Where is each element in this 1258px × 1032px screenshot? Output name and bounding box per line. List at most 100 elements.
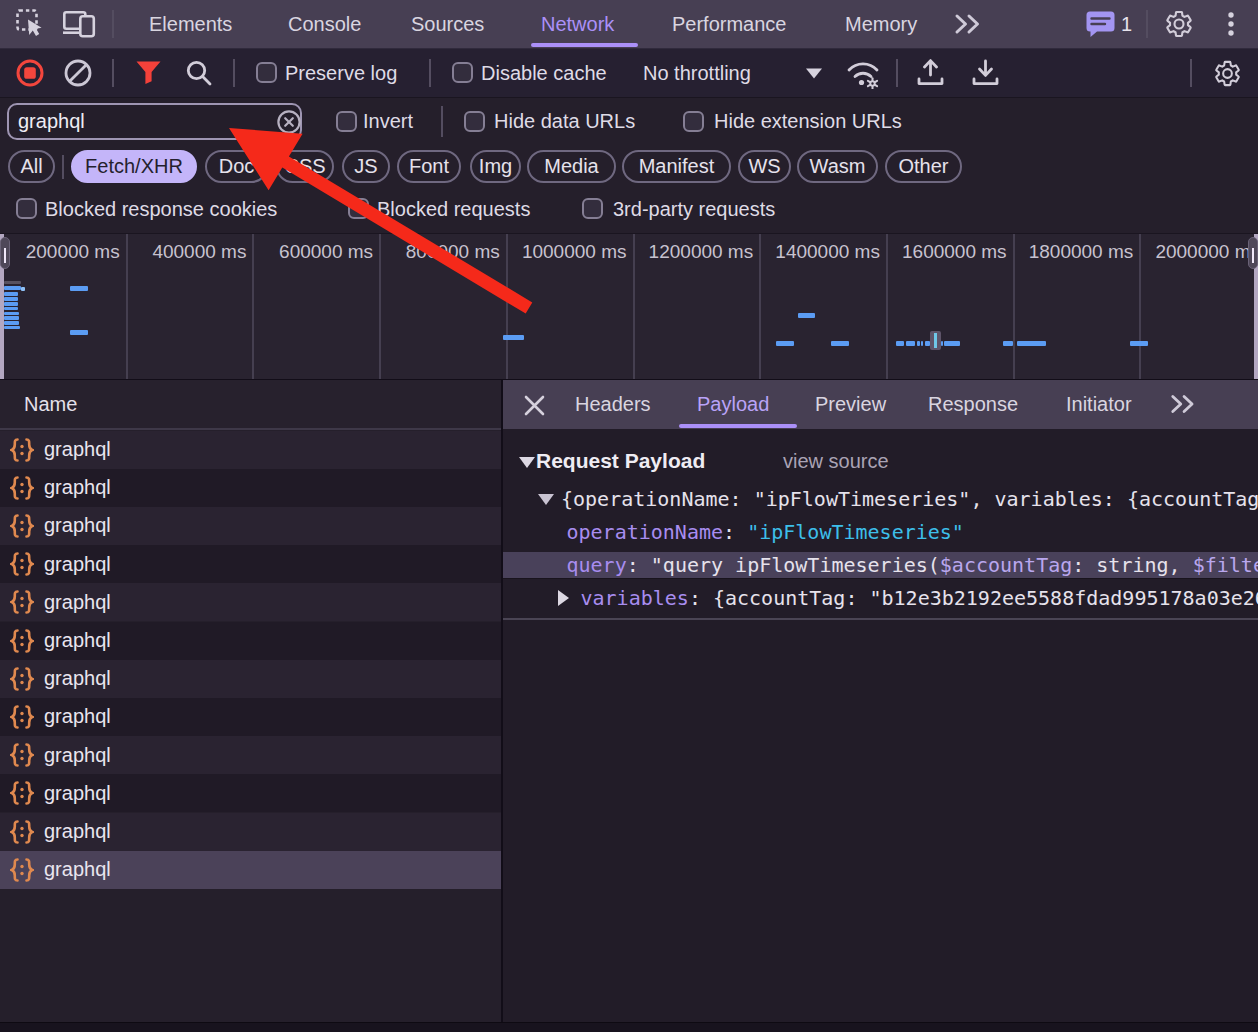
request-row[interactable]: graphql: [0, 431, 501, 469]
payload-row[interactable]: variables: {accountTag: "b12e3b2192ee558…: [503, 585, 1258, 611]
chip-css[interactable]: CSS: [276, 150, 334, 183]
request-name: graphql: [44, 476, 111, 499]
overview-grip-left[interactable]: [0, 237, 10, 269]
clear-filter-icon[interactable]: [277, 110, 301, 134]
more-detail-tabs-icon[interactable]: [1169, 393, 1201, 415]
label-blocked-requests[interactable]: Blocked requests: [377, 185, 530, 233]
filter-separator: [441, 106, 443, 137]
chip-other[interactable]: Other: [885, 150, 962, 183]
request-row[interactable]: graphql: [0, 736, 501, 774]
payload-row[interactable]: query: "query ipFlowTimeseries($accountT…: [503, 552, 1258, 578]
filter-funnel-icon[interactable]: [136, 61, 161, 85]
overview-request-bar: [70, 286, 88, 291]
invert-label[interactable]: Invert: [363, 97, 413, 145]
clear-icon[interactable]: [64, 59, 92, 87]
tab-network[interactable]: Network: [541, 0, 614, 48]
filter-input-value: graphql: [18, 103, 85, 139]
overview-grip-line: [1252, 248, 1254, 263]
hide-data-urls-label[interactable]: Hide data URLs: [494, 97, 635, 145]
disable-cache-label[interactable]: Disable cache: [481, 49, 607, 97]
overview-tick-label: 200000 ms: [0, 241, 120, 263]
payload-row[interactable]: {operationName: "ipFlowTimeseries", vari…: [503, 486, 1258, 512]
chip-ws[interactable]: WS: [738, 150, 791, 183]
tab-performance[interactable]: Performance: [672, 0, 787, 48]
kebab-menu-icon[interactable]: [1225, 10, 1237, 38]
throttling-select[interactable]: No throttling: [643, 49, 751, 97]
messages-icon[interactable]: [1086, 11, 1115, 38]
detail-tab-response[interactable]: Response: [928, 380, 1018, 429]
tab-sources[interactable]: Sources: [411, 0, 484, 48]
request-row[interactable]: graphql: [0, 469, 501, 507]
checkbox-blocked-requests[interactable]: [348, 198, 369, 219]
payload-row[interactable]: operationName: "ipFlowTimeseries": [503, 519, 1258, 545]
section-collapse-icon[interactable]: [519, 457, 535, 468]
tab-elements[interactable]: Elements: [149, 0, 232, 48]
request-row[interactable]: graphql: [0, 545, 501, 583]
device-toolbar-icon[interactable]: [63, 10, 97, 38]
overview-request-bar: [798, 313, 815, 318]
chip-all[interactable]: All: [8, 150, 55, 183]
request-row[interactable]: graphql: [0, 622, 501, 660]
settings-gear-icon[interactable]: [1164, 9, 1194, 39]
overview-request-bar: [941, 341, 943, 346]
chip-wasm[interactable]: Wasm: [797, 150, 878, 183]
label-blocked-response-cookies[interactable]: Blocked response cookies: [45, 185, 277, 233]
hide-data-urls-checkbox[interactable]: [464, 111, 485, 132]
preserve-log-checkbox[interactable]: [256, 62, 277, 83]
network-overview-timeline[interactable]: 200000 ms400000 ms600000 ms800000 ms1000…: [0, 233, 1258, 381]
hide-extension-urls-checkbox[interactable]: [683, 111, 704, 132]
disable-cache-checkbox[interactable]: [452, 62, 473, 83]
request-row[interactable]: graphql: [0, 583, 501, 621]
overview-request-bar: [4, 302, 18, 306]
overview-grip-right[interactable]: [1248, 237, 1258, 269]
preserve-log-label[interactable]: Preserve log: [285, 49, 397, 97]
search-icon[interactable]: [186, 60, 212, 86]
detail-tab-payload[interactable]: Payload: [697, 380, 769, 429]
view-source-link[interactable]: view source: [783, 450, 889, 473]
request-row[interactable]: graphql: [0, 507, 501, 545]
more-panels-icon[interactable]: [953, 13, 987, 35]
chip-js[interactable]: JS: [342, 150, 390, 183]
inspect-icon[interactable]: [16, 9, 44, 37]
name-column-header[interactable]: Name: [0, 380, 501, 430]
payload-segment-key: variables: [581, 586, 689, 610]
tab-memory[interactable]: Memory: [845, 0, 917, 48]
record-stop-icon[interactable]: [16, 59, 44, 87]
detail-tab-initiator[interactable]: Initiator: [1066, 380, 1132, 429]
payload-segment-var: $accountTag: [940, 553, 1072, 577]
request-row[interactable]: graphql: [0, 774, 501, 812]
overview-request-bar: [906, 341, 915, 346]
chip-media[interactable]: Media: [527, 150, 616, 183]
chip-manifest[interactable]: Manifest: [622, 150, 731, 183]
expanded-triangle-icon[interactable]: [538, 494, 554, 505]
detail-tab-headers[interactable]: Headers: [575, 380, 651, 429]
import-har-icon[interactable]: [917, 59, 944, 87]
active-tab-underline: [531, 43, 638, 47]
checkbox-3rd-party-requests[interactable]: [582, 198, 603, 219]
invert-checkbox[interactable]: [336, 111, 357, 132]
request-row[interactable]: graphql: [0, 660, 501, 698]
label-3rd-party-requests[interactable]: 3rd-party requests: [613, 185, 775, 233]
chip-doc[interactable]: Doc: [205, 150, 268, 183]
chip-font[interactable]: Font: [397, 150, 461, 183]
hide-extension-urls-label[interactable]: Hide extension URLs: [714, 97, 902, 145]
close-x-icon[interactable]: [524, 395, 545, 416]
throttling-dropdown-caret-icon[interactable]: [805, 67, 823, 80]
network-settings-gear-icon[interactable]: [1213, 59, 1242, 88]
network-conditions-icon[interactable]: [846, 58, 880, 89]
detail-tab-preview[interactable]: Preview: [815, 380, 886, 429]
request-name: graphql: [44, 858, 111, 881]
chip-img[interactable]: Img: [470, 150, 521, 183]
request-payload-section[interactable]: Request Payload view source: [503, 449, 1258, 477]
request-row[interactable]: graphql: [0, 698, 501, 736]
checkbox-blocked-response-cookies[interactable]: [16, 198, 37, 219]
request-name: graphql: [44, 782, 111, 805]
tab-console[interactable]: Console: [288, 0, 361, 48]
request-name: graphql: [44, 744, 111, 767]
payload-segment-plain: : {accountTag: "b12e3b2192ee5588fdad9951…: [689, 586, 1258, 610]
request-row[interactable]: graphql: [0, 851, 501, 889]
collapsed-triangle-icon[interactable]: [558, 590, 569, 606]
request-row[interactable]: graphql: [0, 813, 501, 851]
export-har-icon[interactable]: [972, 59, 999, 87]
chip-fetch-xhr[interactable]: Fetch/XHR: [71, 150, 197, 183]
